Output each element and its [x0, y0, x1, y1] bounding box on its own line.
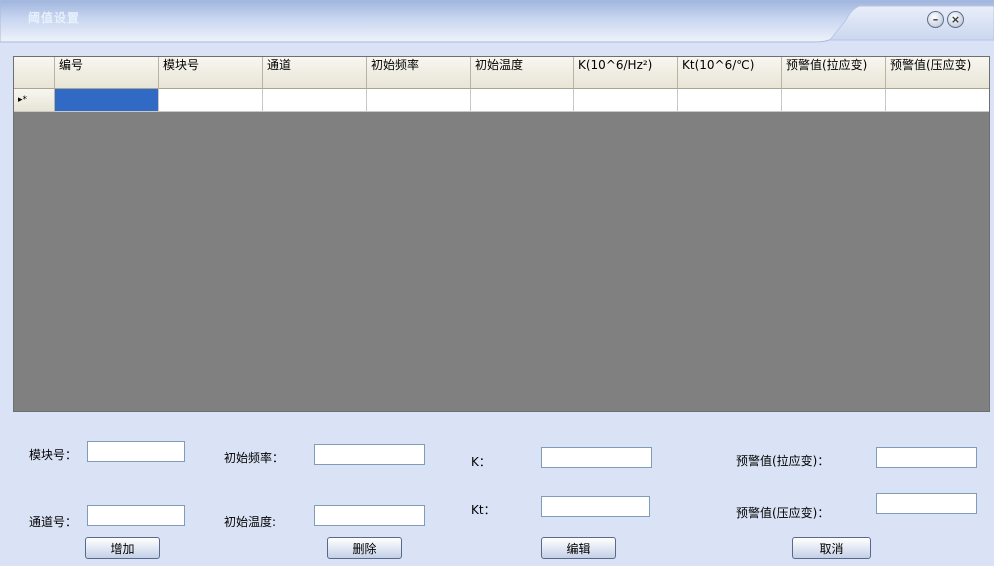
title-bar: 阈值设置 – ×	[0, 0, 994, 44]
cell-init-freq[interactable]	[367, 89, 471, 112]
channel-label: 通道号：	[29, 515, 78, 529]
kt-input[interactable]	[541, 496, 650, 517]
column-header-k[interactable]: K(10^6/Hz²)	[574, 57, 678, 89]
cell-channel[interactable]	[263, 89, 367, 112]
threshold-grid[interactable]: 编号 模块号 通道 初始频率 初始温度 K(10^6/Hz²) Kt(10^6/…	[13, 56, 990, 412]
minimize-glyph: –	[932, 13, 939, 26]
window-title: 阈值设置	[28, 11, 81, 25]
module-input[interactable]	[87, 441, 185, 462]
cell-module[interactable]	[159, 89, 263, 112]
init-temp-label: 初始温度:	[224, 515, 277, 529]
cell-warn-compress[interactable]	[886, 89, 989, 112]
init-temp-input[interactable]	[314, 505, 425, 526]
warn-compress-input[interactable]	[876, 493, 977, 514]
cell-id[interactable]	[55, 89, 159, 112]
cell-init-temp[interactable]	[471, 89, 574, 112]
warn-tension-input[interactable]	[876, 447, 977, 468]
column-header-id[interactable]: 编号	[55, 57, 159, 89]
column-header-warn-compress[interactable]: 预警值(压应变)	[886, 57, 989, 89]
init-freq-label: 初始频率：	[224, 451, 285, 465]
close-icon[interactable]: ×	[947, 11, 964, 28]
column-header-init-temp[interactable]: 初始温度	[471, 57, 574, 89]
row-indicator[interactable]: ▸*	[14, 89, 55, 112]
cancel-button[interactable]: 取消	[792, 537, 871, 559]
column-header-warn-tension[interactable]: 预警值(拉应变)	[782, 57, 886, 89]
module-label: 模块号：	[29, 448, 78, 462]
column-header-init-freq[interactable]: 初始频率	[367, 57, 471, 89]
add-button[interactable]: 增加	[85, 537, 160, 559]
k-input[interactable]	[541, 447, 652, 468]
row-header-corner	[14, 57, 55, 89]
column-header-channel[interactable]: 通道	[263, 57, 367, 89]
title-bar-shape	[0, 0, 994, 44]
init-freq-input[interactable]	[314, 444, 425, 465]
table-row[interactable]: ▸*	[14, 89, 989, 112]
close-glyph: ×	[950, 13, 961, 26]
kt-label: Kt：	[471, 503, 496, 517]
cell-k[interactable]	[574, 89, 678, 112]
cell-warn-tension[interactable]	[782, 89, 886, 112]
column-header-module[interactable]: 模块号	[159, 57, 263, 89]
warn-compress-label: 预警值(压应变)：	[736, 506, 830, 520]
column-header-kt[interactable]: Kt(10^6/℃)	[678, 57, 782, 89]
cell-kt[interactable]	[678, 89, 782, 112]
grid-header: 编号 模块号 通道 初始频率 初始温度 K(10^6/Hz²) Kt(10^6/…	[14, 57, 989, 89]
channel-input[interactable]	[87, 505, 185, 526]
warn-tension-label: 预警值(拉应变)：	[736, 454, 830, 468]
k-label: K：	[471, 455, 491, 469]
delete-button[interactable]: 删除	[327, 537, 402, 559]
edit-button[interactable]: 编辑	[541, 537, 616, 559]
minimize-icon[interactable]: –	[927, 11, 944, 28]
